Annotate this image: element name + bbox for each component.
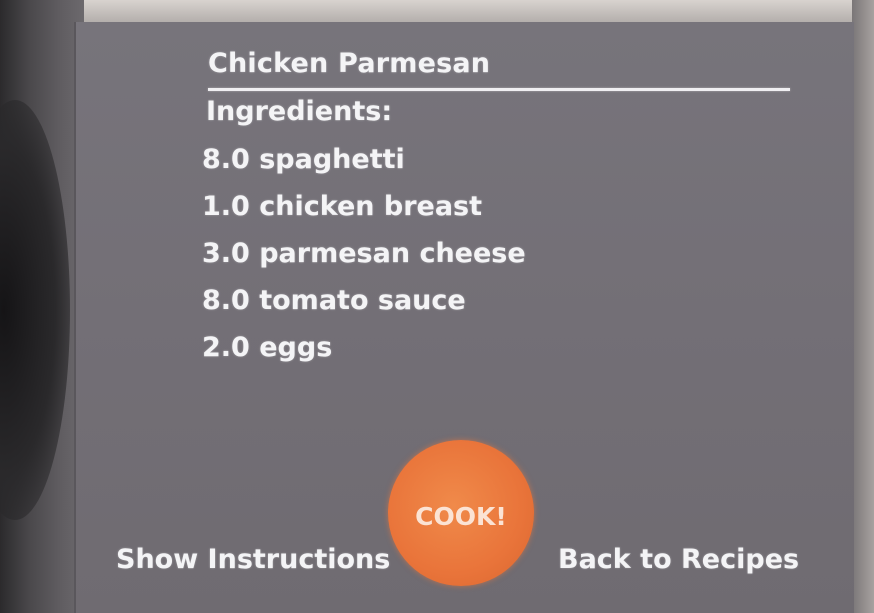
device-screen: Chicken Parmesan Ingredients: 8.0 spaghe… bbox=[74, 22, 854, 613]
show-instructions-button[interactable]: Show Instructions bbox=[116, 544, 390, 575]
ingredient-item: 3.0 parmesan cheese bbox=[202, 238, 526, 269]
ingredient-item: 2.0 eggs bbox=[202, 332, 333, 363]
ingredient-item: 1.0 chicken breast bbox=[202, 191, 483, 222]
recipe-title: Chicken Parmesan bbox=[208, 48, 491, 79]
title-divider bbox=[208, 88, 790, 91]
device-frame: Chicken Parmesan Ingredients: 8.0 spaghe… bbox=[0, 0, 874, 613]
back-to-recipes-button[interactable]: Back to Recipes bbox=[558, 544, 799, 575]
device-bezel-right bbox=[852, 0, 874, 613]
cook-button-label: COOK! bbox=[415, 502, 507, 531]
cook-button[interactable]: COOK! bbox=[388, 440, 534, 586]
ingredients-heading: Ingredients: bbox=[206, 96, 393, 127]
ingredient-list: 8.0 spaghetti 1.0 chicken breast 3.0 par… bbox=[202, 140, 526, 375]
ingredient-item: 8.0 spaghetti bbox=[202, 144, 405, 175]
ingredient-item: 8.0 tomato sauce bbox=[202, 285, 466, 316]
recipe-detail-view: Chicken Parmesan Ingredients: 8.0 spaghe… bbox=[76, 22, 854, 613]
device-bezel-top bbox=[60, 0, 874, 22]
